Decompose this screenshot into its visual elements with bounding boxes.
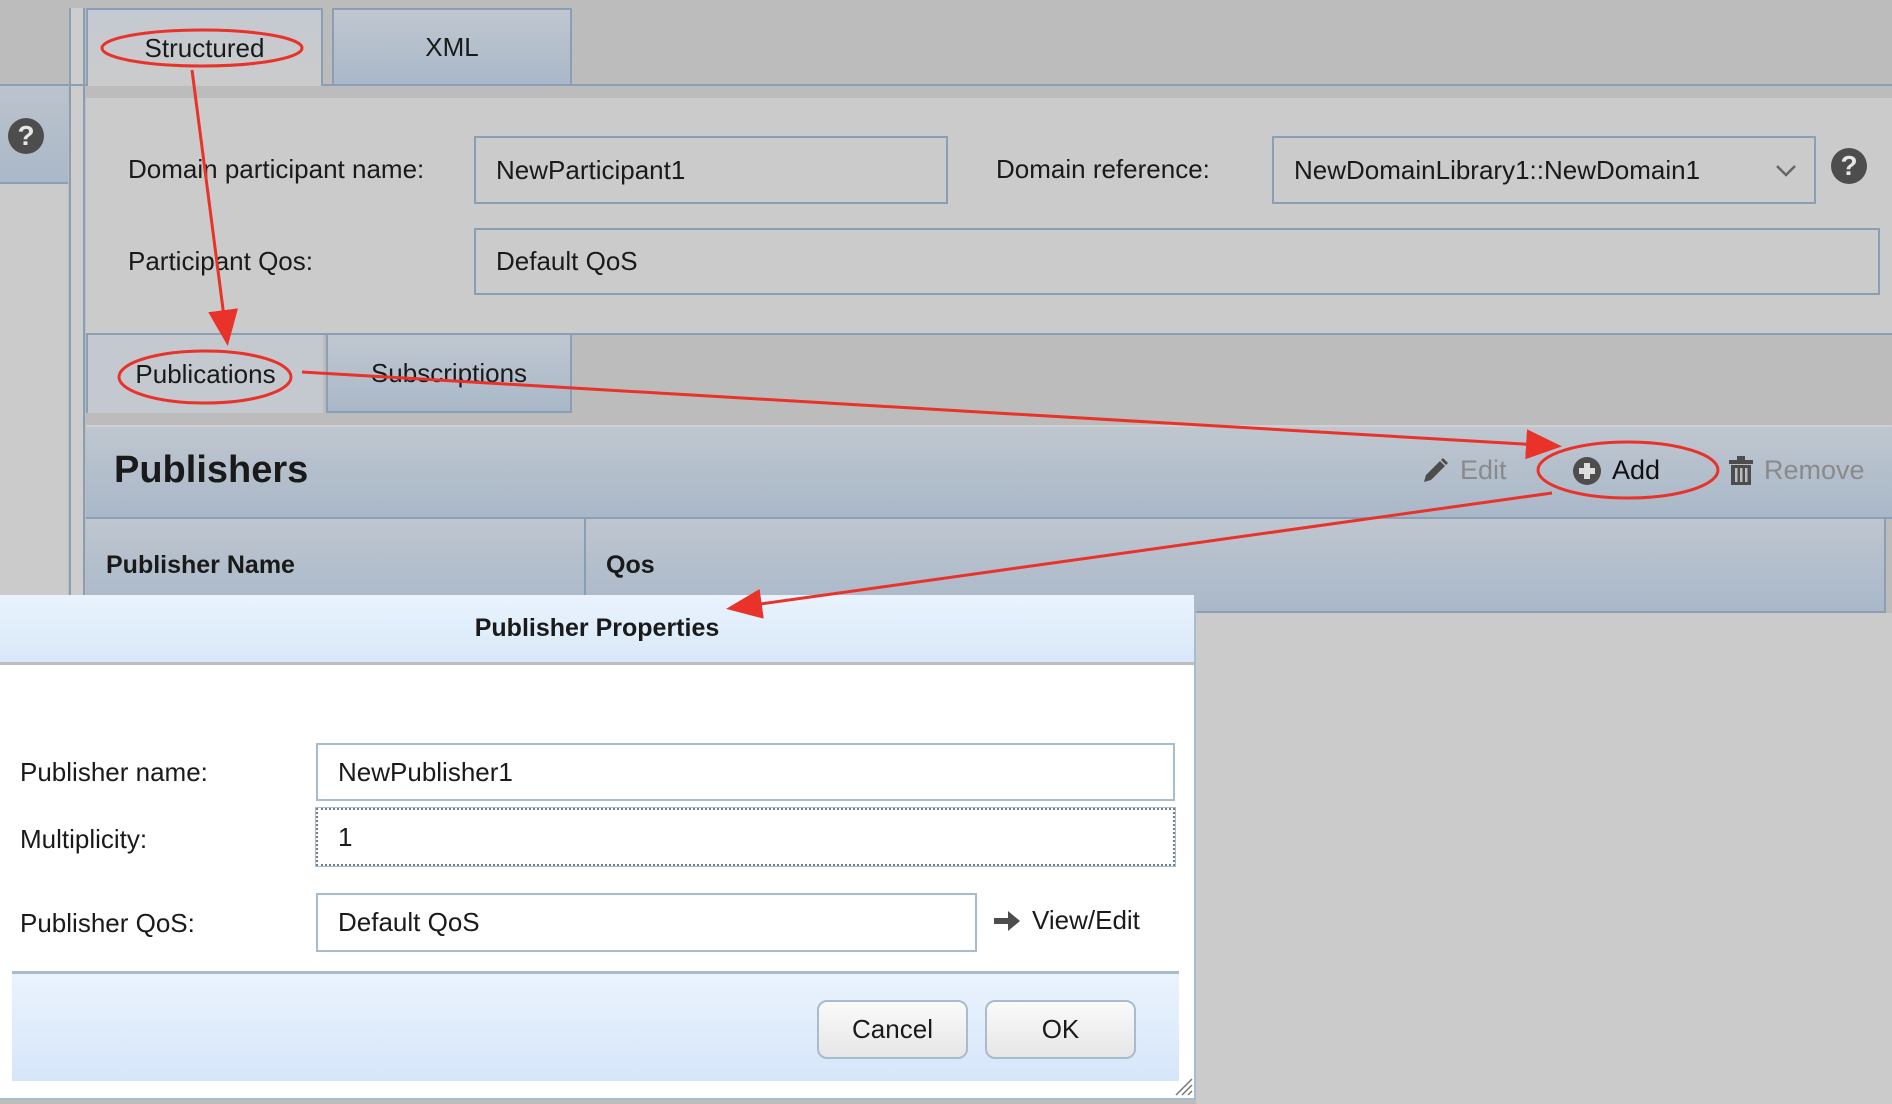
- publisher-properties-dialog: Publisher Properties Publisher name: New…: [0, 595, 1196, 1100]
- tab-subscriptions[interactable]: Subscriptions: [326, 335, 572, 413]
- resize-grip-icon[interactable]: [1172, 1075, 1194, 1097]
- view-edit-label: View/Edit: [1032, 905, 1140, 935]
- multiplicity-label: Multiplicity:: [20, 824, 148, 854]
- add-label: Add: [1612, 455, 1661, 485]
- dialog-title-bar[interactable]: Publisher Properties: [0, 595, 1194, 665]
- tab-publications[interactable]: Publications: [86, 335, 323, 413]
- splitter-bar[interactable]: [69, 8, 85, 608]
- edit-label: Edit: [1460, 455, 1507, 485]
- ok-button[interactable]: OK: [985, 1000, 1136, 1059]
- publisher-name-value: NewPublisher1: [338, 756, 513, 787]
- multiplicity-value: 1: [338, 821, 353, 852]
- left-panel-strip: ?: [0, 84, 68, 184]
- plus-circle-icon: [1573, 456, 1601, 485]
- participant-qos-input[interactable]: Default QoS: [474, 228, 1880, 295]
- domain-reference-label: Domain reference:: [996, 154, 1210, 184]
- pencil-icon: [1424, 457, 1448, 482]
- arrow-right-icon: [994, 910, 1020, 931]
- remove-button[interactable]: Remove: [1728, 455, 1865, 486]
- tab-structured-label: Structured: [144, 32, 265, 63]
- participant-qos-value: Default QoS: [496, 246, 638, 276]
- tab-xml-label: XML: [425, 31, 479, 62]
- dialog-title: Publisher Properties: [474, 614, 720, 642]
- remove-label: Remove: [1764, 455, 1865, 485]
- edit-button[interactable]: Edit: [1420, 455, 1507, 486]
- publisher-name-input[interactable]: NewPublisher1: [316, 743, 1175, 801]
- ok-label: OK: [1041, 1014, 1080, 1044]
- add-button[interactable]: Add: [1572, 455, 1660, 486]
- participant-name-label: Domain participant name:: [128, 154, 425, 184]
- participant-name-value: NewParticipant1: [496, 154, 686, 185]
- multiplicity-input[interactable]: 1: [315, 807, 1176, 867]
- background-empty-area: [1196, 613, 1892, 1104]
- domain-reference-select[interactable]: NewDomainLibrary1::NewDomain1: [1272, 136, 1816, 204]
- chevron-down-icon: [1776, 165, 1796, 177]
- cancel-label: Cancel: [852, 1014, 933, 1044]
- tab-structured[interactable]: Structured: [86, 8, 323, 86]
- domain-reference-value: NewDomainLibrary1::NewDomain1: [1294, 154, 1701, 185]
- domain-help-icon[interactable]: ?: [1831, 148, 1867, 184]
- publishers-title: Publishers: [114, 449, 309, 491]
- view-edit-button[interactable]: View/Edit: [992, 905, 1140, 936]
- left-panel-body: [0, 184, 68, 604]
- publisher-qos-label: Publisher QoS:: [20, 908, 195, 938]
- participant-form: [86, 86, 1892, 335]
- tab-xml[interactable]: XML: [332, 8, 572, 84]
- participant-qos-label: Participant Qos:: [128, 246, 313, 276]
- participant-name-input[interactable]: NewParticipant1: [474, 136, 948, 204]
- publisher-qos-value: Default QoS: [338, 907, 480, 937]
- cancel-button[interactable]: Cancel: [817, 1000, 968, 1059]
- publisher-name-label: Publisher name:: [20, 757, 208, 787]
- tab-publications-label: Publications: [135, 358, 276, 389]
- publishers-header: Publishers Edit Add Remove: [86, 425, 1892, 519]
- help-icon[interactable]: ?: [8, 118, 44, 154]
- trash-icon: [1729, 455, 1753, 485]
- dialog-footer: Cancel OK: [12, 971, 1179, 1081]
- tab-subscriptions-label: Subscriptions: [370, 357, 528, 388]
- publisher-qos-input[interactable]: Default QoS: [316, 893, 977, 952]
